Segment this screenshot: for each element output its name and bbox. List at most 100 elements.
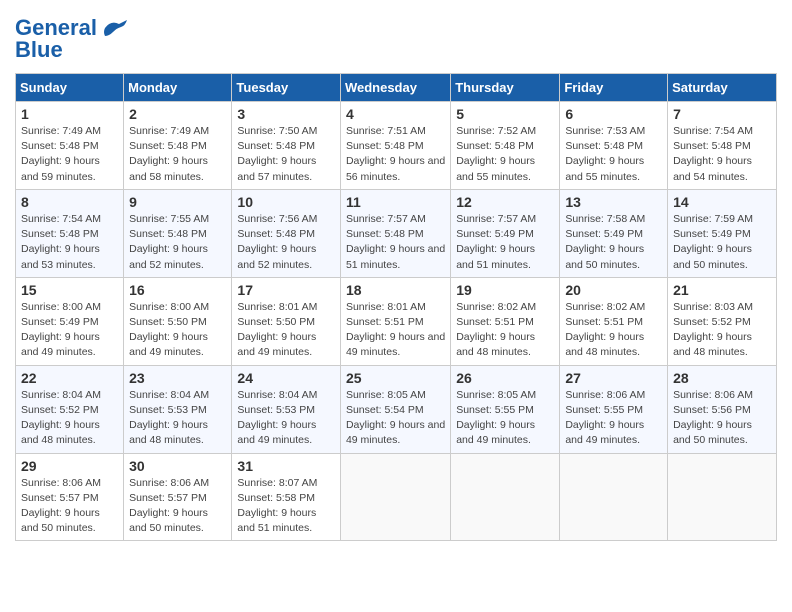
calendar-cell: 4 Sunrise: 7:51 AM Sunset: 5:48 PM Dayli… [340,102,450,190]
day-number: 5 [456,106,554,122]
day-info: Sunrise: 7:56 AM Sunset: 5:48 PM Dayligh… [237,212,335,273]
day-number: 26 [456,370,554,386]
calendar-cell: 26 Sunrise: 8:05 AM Sunset: 5:55 PM Dayl… [451,365,560,453]
day-info: Sunrise: 7:51 AM Sunset: 5:48 PM Dayligh… [346,124,445,185]
day-info: Sunrise: 7:49 AM Sunset: 5:48 PM Dayligh… [21,124,118,185]
day-info: Sunrise: 7:57 AM Sunset: 5:49 PM Dayligh… [456,212,554,273]
logo-blue-text: Blue [15,37,63,63]
calendar-week-row: 1 Sunrise: 7:49 AM Sunset: 5:48 PM Dayli… [16,102,777,190]
day-info: Sunrise: 7:52 AM Sunset: 5:48 PM Dayligh… [456,124,554,185]
weekday-header-tuesday: Tuesday [232,74,341,102]
calendar-cell: 17 Sunrise: 8:01 AM Sunset: 5:50 PM Dayl… [232,277,341,365]
weekday-header-thursday: Thursday [451,74,560,102]
calendar-cell: 28 Sunrise: 8:06 AM Sunset: 5:56 PM Dayl… [668,365,777,453]
day-info: Sunrise: 8:01 AM Sunset: 5:51 PM Dayligh… [346,300,445,361]
calendar-cell: 18 Sunrise: 8:01 AM Sunset: 5:51 PM Dayl… [340,277,450,365]
day-info: Sunrise: 7:59 AM Sunset: 5:49 PM Dayligh… [673,212,771,273]
calendar-cell: 22 Sunrise: 8:04 AM Sunset: 5:52 PM Dayl… [16,365,124,453]
weekday-header-sunday: Sunday [16,74,124,102]
day-number: 17 [237,282,335,298]
calendar-cell [668,453,777,541]
calendar-cell: 10 Sunrise: 7:56 AM Sunset: 5:48 PM Dayl… [232,189,341,277]
day-info: Sunrise: 7:54 AM Sunset: 5:48 PM Dayligh… [673,124,771,185]
calendar-cell: 1 Sunrise: 7:49 AM Sunset: 5:48 PM Dayli… [16,102,124,190]
calendar-cell: 23 Sunrise: 8:04 AM Sunset: 5:53 PM Dayl… [124,365,232,453]
calendar-week-row: 29 Sunrise: 8:06 AM Sunset: 5:57 PM Dayl… [16,453,777,541]
calendar-cell: 19 Sunrise: 8:02 AM Sunset: 5:51 PM Dayl… [451,277,560,365]
weekday-header-monday: Monday [124,74,232,102]
calendar-cell: 5 Sunrise: 7:52 AM Sunset: 5:48 PM Dayli… [451,102,560,190]
day-info: Sunrise: 8:04 AM Sunset: 5:52 PM Dayligh… [21,388,118,449]
calendar-week-row: 8 Sunrise: 7:54 AM Sunset: 5:48 PM Dayli… [16,189,777,277]
day-info: Sunrise: 8:01 AM Sunset: 5:50 PM Dayligh… [237,300,335,361]
day-number: 9 [129,194,226,210]
day-number: 24 [237,370,335,386]
calendar-cell: 24 Sunrise: 8:04 AM Sunset: 5:53 PM Dayl… [232,365,341,453]
day-number: 20 [565,282,662,298]
day-number: 14 [673,194,771,210]
calendar-header-row: SundayMondayTuesdayWednesdayThursdayFrid… [16,74,777,102]
day-info: Sunrise: 8:06 AM Sunset: 5:56 PM Dayligh… [673,388,771,449]
calendar-cell [560,453,668,541]
day-info: Sunrise: 8:06 AM Sunset: 5:55 PM Dayligh… [565,388,662,449]
day-number: 28 [673,370,771,386]
day-number: 19 [456,282,554,298]
day-info: Sunrise: 8:00 AM Sunset: 5:49 PM Dayligh… [21,300,118,361]
calendar-cell: 2 Sunrise: 7:49 AM Sunset: 5:48 PM Dayli… [124,102,232,190]
day-number: 22 [21,370,118,386]
day-number: 13 [565,194,662,210]
logo: General Blue [15,15,129,63]
day-number: 30 [129,458,226,474]
calendar-week-row: 22 Sunrise: 8:04 AM Sunset: 5:52 PM Dayl… [16,365,777,453]
calendar-cell: 12 Sunrise: 7:57 AM Sunset: 5:49 PM Dayl… [451,189,560,277]
day-number: 16 [129,282,226,298]
day-info: Sunrise: 7:53 AM Sunset: 5:48 PM Dayligh… [565,124,662,185]
calendar-cell: 31 Sunrise: 8:07 AM Sunset: 5:58 PM Dayl… [232,453,341,541]
weekday-header-wednesday: Wednesday [340,74,450,102]
calendar-cell: 9 Sunrise: 7:55 AM Sunset: 5:48 PM Dayli… [124,189,232,277]
logo-bird-icon [101,18,129,38]
day-number: 25 [346,370,445,386]
day-info: Sunrise: 8:05 AM Sunset: 5:54 PM Dayligh… [346,388,445,449]
calendar-cell: 13 Sunrise: 7:58 AM Sunset: 5:49 PM Dayl… [560,189,668,277]
day-number: 8 [21,194,118,210]
day-info: Sunrise: 8:03 AM Sunset: 5:52 PM Dayligh… [673,300,771,361]
day-number: 1 [21,106,118,122]
calendar-cell: 16 Sunrise: 8:00 AM Sunset: 5:50 PM Dayl… [124,277,232,365]
calendar-cell: 8 Sunrise: 7:54 AM Sunset: 5:48 PM Dayli… [16,189,124,277]
calendar-cell: 21 Sunrise: 8:03 AM Sunset: 5:52 PM Dayl… [668,277,777,365]
day-info: Sunrise: 8:04 AM Sunset: 5:53 PM Dayligh… [237,388,335,449]
day-info: Sunrise: 8:06 AM Sunset: 5:57 PM Dayligh… [129,476,226,537]
calendar-cell: 15 Sunrise: 8:00 AM Sunset: 5:49 PM Dayl… [16,277,124,365]
weekday-header-friday: Friday [560,74,668,102]
calendar-cell: 25 Sunrise: 8:05 AM Sunset: 5:54 PM Dayl… [340,365,450,453]
calendar-cell: 30 Sunrise: 8:06 AM Sunset: 5:57 PM Dayl… [124,453,232,541]
calendar-cell: 3 Sunrise: 7:50 AM Sunset: 5:48 PM Dayli… [232,102,341,190]
calendar-cell: 27 Sunrise: 8:06 AM Sunset: 5:55 PM Dayl… [560,365,668,453]
day-number: 31 [237,458,335,474]
calendar-cell: 6 Sunrise: 7:53 AM Sunset: 5:48 PM Dayli… [560,102,668,190]
day-number: 3 [237,106,335,122]
day-number: 12 [456,194,554,210]
calendar-cell: 14 Sunrise: 7:59 AM Sunset: 5:49 PM Dayl… [668,189,777,277]
day-number: 11 [346,194,445,210]
calendar-cell: 29 Sunrise: 8:06 AM Sunset: 5:57 PM Dayl… [16,453,124,541]
day-info: Sunrise: 7:50 AM Sunset: 5:48 PM Dayligh… [237,124,335,185]
calendar-cell: 11 Sunrise: 7:57 AM Sunset: 5:48 PM Dayl… [340,189,450,277]
day-info: Sunrise: 8:07 AM Sunset: 5:58 PM Dayligh… [237,476,335,537]
day-number: 18 [346,282,445,298]
day-number: 15 [21,282,118,298]
calendar-cell [451,453,560,541]
day-number: 29 [21,458,118,474]
day-info: Sunrise: 8:00 AM Sunset: 5:50 PM Dayligh… [129,300,226,361]
day-info: Sunrise: 7:49 AM Sunset: 5:48 PM Dayligh… [129,124,226,185]
calendar-table: SundayMondayTuesdayWednesdayThursdayFrid… [15,73,777,541]
calendar-cell [340,453,450,541]
day-info: Sunrise: 8:06 AM Sunset: 5:57 PM Dayligh… [21,476,118,537]
day-number: 27 [565,370,662,386]
day-info: Sunrise: 7:54 AM Sunset: 5:48 PM Dayligh… [21,212,118,273]
day-number: 2 [129,106,226,122]
calendar-week-row: 15 Sunrise: 8:00 AM Sunset: 5:49 PM Dayl… [16,277,777,365]
day-number: 10 [237,194,335,210]
day-info: Sunrise: 8:05 AM Sunset: 5:55 PM Dayligh… [456,388,554,449]
